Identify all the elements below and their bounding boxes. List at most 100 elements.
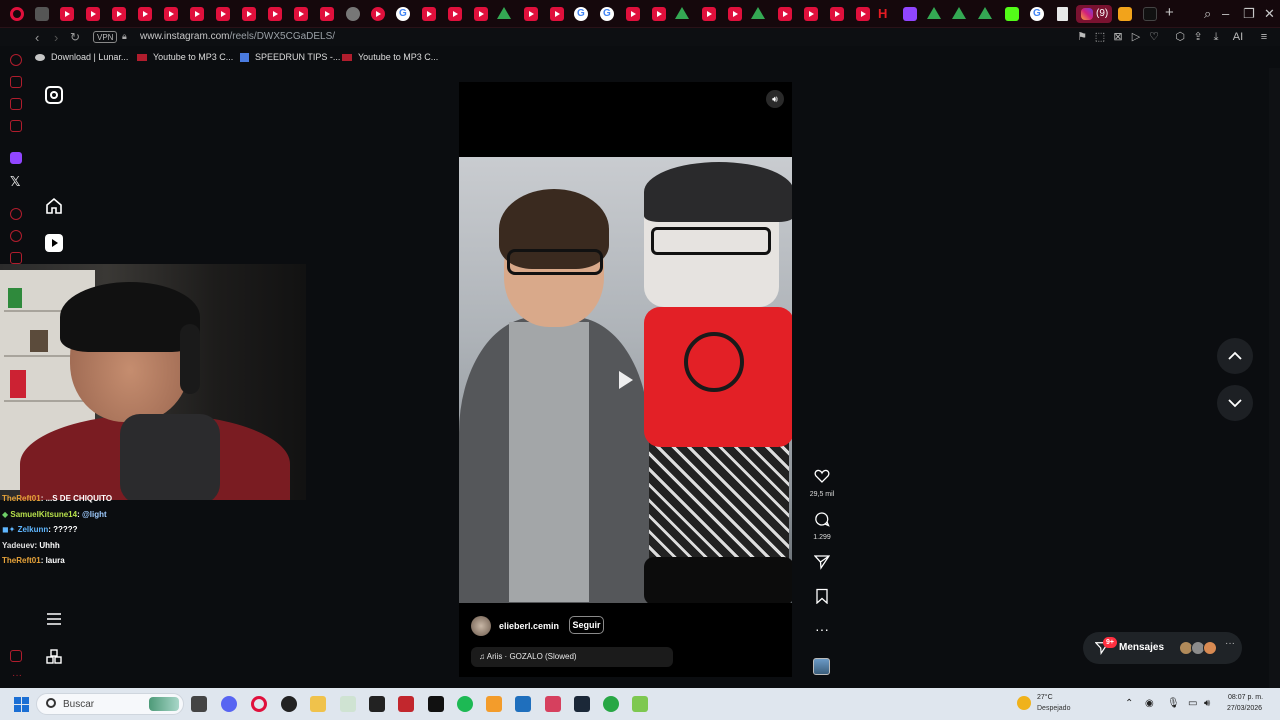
audio-track-link[interactable]: ♫ Ariis · GOZALO (Slowed): [471, 647, 673, 667]
tab-youtube[interactable]: [474, 7, 488, 21]
tab-tiktok[interactable]: [1143, 7, 1157, 21]
x-twitter-icon[interactable]: 𝕏: [10, 174, 20, 190]
tab-youtube[interactable]: [728, 7, 742, 21]
tab-google-drive[interactable]: [497, 7, 511, 19]
opera-menu-icon[interactable]: [10, 7, 24, 21]
tab-youtube[interactable]: [190, 7, 204, 21]
tab-youtube[interactable]: [550, 7, 564, 21]
app-icon[interactable]: [340, 696, 356, 712]
discord-icon[interactable]: [221, 696, 237, 712]
tab-generic[interactable]: [346, 7, 360, 21]
home-icon[interactable]: [45, 197, 63, 215]
tab-youtube[interactable]: [652, 7, 666, 21]
file-explorer-icon[interactable]: [310, 696, 326, 712]
tab-youtube[interactable]: [702, 7, 716, 21]
opera-messenger-icon[interactable]: [10, 98, 22, 110]
comment-button[interactable]: 1.299: [813, 511, 831, 541]
tab-youtube[interactable]: [524, 7, 538, 21]
steam-icon[interactable]: [574, 696, 590, 712]
spotify-icon[interactable]: [457, 696, 473, 712]
reel-player[interactable]: 🔊︎ elieberl.cemin Seguir ♫ Ariis · GOZAL…: [459, 82, 792, 677]
download-icon[interactable]: ⤓: [1210, 31, 1222, 43]
app-icon[interactable]: [515, 696, 531, 712]
tab-instagram-active[interactable]: (9): [1076, 5, 1112, 23]
back-button[interactable]: ‹: [35, 30, 39, 45]
more-options-button[interactable]: ···: [813, 621, 831, 639]
clock-time[interactable]: 08:07 p. m.: [1228, 694, 1263, 701]
twitch-icon[interactable]: [10, 152, 22, 164]
tab-document[interactable]: [1057, 7, 1068, 21]
opera-player-icon[interactable]: [10, 208, 22, 220]
follow-button[interactable]: Seguir: [569, 616, 604, 634]
microphone-icon[interactable]: 🎙︎: [1167, 698, 1180, 709]
opera-gx-icon[interactable]: [251, 696, 267, 712]
share-button[interactable]: [813, 554, 831, 575]
windows-start-icon[interactable]: [14, 697, 29, 712]
close-button[interactable]: ✕: [1264, 6, 1275, 22]
tab-youtube[interactable]: [856, 7, 870, 21]
app-icon[interactable]: [486, 696, 502, 712]
weather-moon-icon[interactable]: [1017, 696, 1031, 710]
capcut-icon[interactable]: [428, 696, 444, 712]
minecraft-icon[interactable]: [632, 696, 648, 712]
tab-google-drive[interactable]: [978, 7, 992, 19]
tab-youtube[interactable]: [112, 7, 126, 21]
tab-youtube[interactable]: [448, 7, 462, 21]
tab-youtube[interactable]: [164, 7, 178, 21]
opera-aria-icon[interactable]: [10, 76, 22, 88]
tab-youtube[interactable]: [626, 7, 640, 21]
search-tabs-icon[interactable]: ⌕: [1204, 6, 1211, 22]
maximize-button[interactable]: ❐: [1243, 6, 1255, 22]
tray-app-icon[interactable]: ◉: [1145, 698, 1154, 709]
extensions-icon[interactable]: ⬡: [1174, 31, 1186, 43]
tab-youtube[interactable]: [320, 7, 334, 21]
url-field[interactable]: www.instagram.com/reels/DWX5CGaDELS/: [140, 31, 335, 42]
tab-youtube[interactable]: [294, 7, 308, 21]
tab-google[interactable]: [1030, 7, 1044, 21]
volume-icon[interactable]: 🔊︎: [1204, 698, 1210, 709]
save-button[interactable]: [813, 588, 831, 609]
avatar[interactable]: [471, 616, 491, 636]
tab-hbo[interactable]: H: [878, 6, 892, 21]
xbox-icon[interactable]: [603, 696, 619, 712]
tab-youtube[interactable]: [778, 7, 792, 21]
snapshot-icon[interactable]: ⬚: [1094, 31, 1106, 43]
tab-gaming[interactable]: [35, 7, 49, 21]
volume-icon[interactable]: 🔊︎: [766, 90, 784, 108]
tab-kick[interactable]: [1005, 7, 1019, 21]
new-tab-button[interactable]: +: [1165, 4, 1174, 21]
tab-google-drive[interactable]: [751, 7, 765, 19]
share-icon[interactable]: ⇪: [1192, 31, 1204, 43]
opera-speed-dial-icon[interactable]: [10, 54, 22, 66]
bookmark-item[interactable]: Youtube to MP3 C...: [342, 52, 438, 62]
clock-date[interactable]: 27/03/2026: [1227, 705, 1262, 712]
tab-youtube[interactable]: [422, 7, 436, 21]
opera-gx-corner-icon[interactable]: [10, 650, 22, 662]
adblock-icon[interactable]: ⊠: [1112, 31, 1124, 43]
tab-generic[interactable]: [371, 7, 385, 21]
tab-youtube[interactable]: [86, 7, 100, 21]
tab-youtube[interactable]: [830, 7, 844, 21]
tab-google[interactable]: [396, 7, 410, 21]
tab-google[interactable]: [574, 7, 588, 21]
play-video-icon[interactable]: ▷: [1130, 31, 1142, 43]
apps-grid-icon[interactable]: [45, 648, 63, 666]
messages-button[interactable]: 9+ Mensajes ···: [1083, 632, 1242, 664]
previous-reel-button[interactable]: [1217, 338, 1253, 374]
menu-icon[interactable]: ≡: [1258, 31, 1270, 43]
page-scrollbar[interactable]: [1269, 68, 1280, 688]
tab-youtube[interactable]: [804, 7, 818, 21]
bookmark-item[interactable]: Download | Lunar...: [35, 52, 128, 62]
instagram-logo-icon[interactable]: [45, 86, 63, 104]
lock-icon[interactable]: 🔒︎: [122, 31, 127, 42]
obs-icon[interactable]: [281, 696, 297, 712]
tab-youtube[interactable]: [60, 7, 74, 21]
tab-youtube[interactable]: [216, 7, 230, 21]
tab-youtube[interactable]: [268, 7, 282, 21]
tab-google-drive[interactable]: [675, 7, 689, 19]
audio-thumbnail[interactable]: [813, 658, 830, 675]
tab-google-drive[interactable]: [952, 7, 966, 19]
medal-icon[interactable]: [398, 696, 414, 712]
more-options-icon[interactable]: ···: [12, 670, 22, 681]
reload-button[interactable]: ↻: [70, 30, 80, 44]
